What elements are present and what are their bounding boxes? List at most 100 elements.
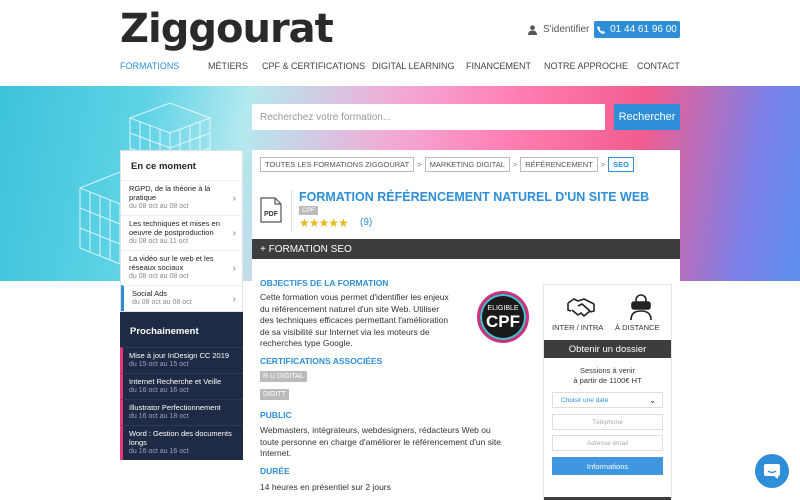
sessions-price: à partir de 1100€ HT <box>573 376 642 385</box>
signin-label: S'identifier <box>543 24 590 35</box>
breadcrumb-separator: > <box>417 160 422 169</box>
public-heading: PUBLIC <box>260 410 292 420</box>
search-input[interactable]: Recherchez votre formation... <box>252 104 605 130</box>
rating-stars: ★★★★★ <box>299 216 349 230</box>
rating-count[interactable]: (9) <box>360 217 372 228</box>
inter-intra-label: INTER / INTRA <box>552 323 604 332</box>
objectifs-line: des techniques efficaces permettant l'am… <box>260 315 449 325</box>
nav-financement[interactable]: FINANCEMENT <box>466 61 544 71</box>
chevron-right-icon: › <box>232 193 236 204</box>
vr-headset-icon <box>630 294 652 321</box>
upcoming-dates: du 16 oct au 16 oct <box>129 387 189 394</box>
upcoming-item[interactable]: Internet Recherche et Veille du 16 oct a… <box>120 373 243 399</box>
session-item[interactable]: Social Ads du 08 oct au 08 oct › <box>121 285 242 311</box>
phone-icon <box>597 25 606 34</box>
nav-contact[interactable]: CONTACT <box>637 61 680 71</box>
session-item[interactable]: Les techniques et mises en oeuvre de pos… <box>121 215 242 250</box>
formation-seo-toggle[interactable]: + FORMATION SEO <box>252 239 680 259</box>
objectifs-line: du référencement naturel d'un site Web. … <box>260 303 440 314</box>
duree-heading: DURÉE <box>260 466 290 476</box>
eligible-cpf-badge: ELIGIBLE CPF <box>477 291 529 343</box>
nav-digital-learning[interactable]: DIGITAL LEARNING <box>372 61 466 71</box>
signin-link[interactable]: S'identifier <box>528 24 589 35</box>
objectifs-line: recherches type Google. <box>260 338 353 348</box>
nav-metiers[interactable]: MÉTIERS <box>208 61 262 71</box>
session-dates: du 08 oct au 08 oct <box>129 273 189 280</box>
cpf-label: CPF <box>486 312 520 331</box>
objectifs-heading: OBJECTIFS DE LA FORMATION <box>260 278 389 288</box>
pdf-label: PDF <box>264 211 279 218</box>
sessions-info: Sessions à venir à partir de 1100€ HT <box>544 366 671 386</box>
cpf-badge: CPF <box>299 206 318 215</box>
session-dates: du 08 oct au 08 oct <box>129 203 189 210</box>
ziggourat-logo[interactable]: Ziggourat <box>120 6 334 52</box>
objectifs-line: de sa visibilité sur Internet via les mo… <box>260 326 430 337</box>
upcoming-item[interactable]: Mise à jour InDesign CC 2019 du 15 oct a… <box>120 347 243 373</box>
chat-bubble-icon <box>764 464 780 479</box>
session-item[interactable]: RGPD, de la théorie à la pratique du 08 … <box>121 180 242 215</box>
breadcrumb: TOUTES LES FORMATIONS ZIGGOURAT > MARKET… <box>260 157 635 172</box>
upcoming-title: Internet Recherche et Veille <box>129 377 222 386</box>
session-title: Social Ads <box>132 289 168 298</box>
current-sessions-box: En ce moment RGPD, de la théorie à la pr… <box>120 150 243 312</box>
breadcrumb-marketing-digital[interactable]: MARKETING DIGITAL <box>424 157 510 172</box>
upcoming-title: Illustrator Perfectionnement <box>129 403 221 412</box>
booking-box: INTER / INTRA À DISTANCE Obtenir un doss… <box>543 284 672 500</box>
chevron-down-icon: ⌄ <box>649 396 656 405</box>
user-icon <box>528 24 537 35</box>
phone-number: 01 44 61 96 00 <box>610 24 677 35</box>
session-title: La vidéo sur le web et les réseaux socia… <box>129 254 214 272</box>
nav-notre-approche[interactable]: NOTRE APPROCHE <box>544 61 637 71</box>
title-divider <box>291 190 292 232</box>
public-line: Webmasters, intégrateurs, webdesigners, … <box>260 425 491 435</box>
breadcrumb-separator: > <box>512 160 518 169</box>
sidebar: En ce moment RGPD, de la théorie à la pr… <box>120 150 243 460</box>
email-field[interactable]: Adresse email <box>552 435 663 451</box>
session-dates: du 08 oct au 11 oct <box>129 238 189 245</box>
breadcrumb-all-formations[interactable]: TOUTES LES FORMATIONS ZIGGOURAT <box>260 157 415 172</box>
upcoming-title: Word : Gestion des documents longs <box>129 429 232 447</box>
session-dates: du 08 oct au 08 oct <box>132 299 192 306</box>
obtain-dossier-button[interactable]: Obtenir un dossier <box>544 340 671 358</box>
chevron-right-icon: › <box>232 228 236 239</box>
phone-field[interactable]: Téléphone <box>552 414 663 430</box>
date-select[interactable]: Choisir une date ⌄ <box>552 392 663 408</box>
phone-button[interactable]: 01 44 61 96 00 <box>594 21 680 38</box>
handshake-icon <box>567 298 595 317</box>
upcoming-sessions-box: Prochainement Mise à jour InDesign CC 20… <box>120 312 243 460</box>
informations-button[interactable]: Informations <box>552 457 663 475</box>
public-text: Webmasters, intégrateurs, webdesigners, … <box>260 425 535 460</box>
upcoming-item[interactable]: Illustrator Perfectionnement du 16 oct a… <box>120 399 243 425</box>
search-button[interactable]: Rechercher <box>614 104 680 130</box>
sessions-line: Sessions à venir <box>579 366 636 375</box>
chat-button[interactable] <box>755 454 789 488</box>
public-line: Internet. <box>260 448 292 458</box>
chevron-right-icon: › <box>232 293 236 305</box>
upcoming-title: Mise à jour InDesign CC 2019 <box>129 351 230 360</box>
a-distance-label: À DISTANCE <box>615 323 660 332</box>
objectifs-line: Cette formation vous permet d'identifier… <box>260 292 449 302</box>
breadcrumb-referencement[interactable]: RÉFÉRENCEMENT <box>520 157 598 172</box>
formation-title: FORMATION RÉFÉRENCEMENT NATUREL D'UN SIT… <box>299 190 650 204</box>
upcoming-sessions-title: Prochainement <box>130 326 199 337</box>
breadcrumb-separator: > <box>600 160 606 169</box>
chevron-right-icon: › <box>232 263 236 274</box>
public-line: toute personne en charge d'améliorer le … <box>260 436 501 447</box>
objectifs-text: Cette formation vous permet d'identifier… <box>260 292 475 350</box>
site-header: Ziggourat S'identifier 01 44 61 96 00 FO… <box>0 0 800 86</box>
session-title: Les techniques et mises en oeuvre de pos… <box>129 219 220 237</box>
session-title: RGPD, de la théorie à la pratique <box>129 184 211 202</box>
certification-tag: R.U DIGITAL <box>260 371 307 382</box>
upcoming-item[interactable]: Word : Gestion des documents longs du 16… <box>120 425 243 460</box>
pdf-download-icon[interactable]: PDF <box>260 197 282 223</box>
duree-text: 14 heures en présentiel sur 2 jours <box>260 482 391 492</box>
breadcrumb-seo[interactable]: SEO <box>608 157 635 172</box>
upcoming-dates: du 15 oct au 15 oct <box>129 361 189 368</box>
nav-cpf-certifications[interactable]: CPF & CERTIFICATIONS <box>262 61 372 71</box>
session-item[interactable]: La vidéo sur le web et les réseaux socia… <box>121 250 242 285</box>
current-sessions-title: En ce moment <box>131 161 196 172</box>
certifications-heading: CERTIFICATIONS ASSOCIÉES <box>260 356 383 366</box>
certification-tag: DIGITT <box>260 389 289 400</box>
nav-formations[interactable]: FORMATIONS <box>120 61 208 71</box>
upcoming-dates: du 16 oct au 18 oct <box>129 413 189 420</box>
